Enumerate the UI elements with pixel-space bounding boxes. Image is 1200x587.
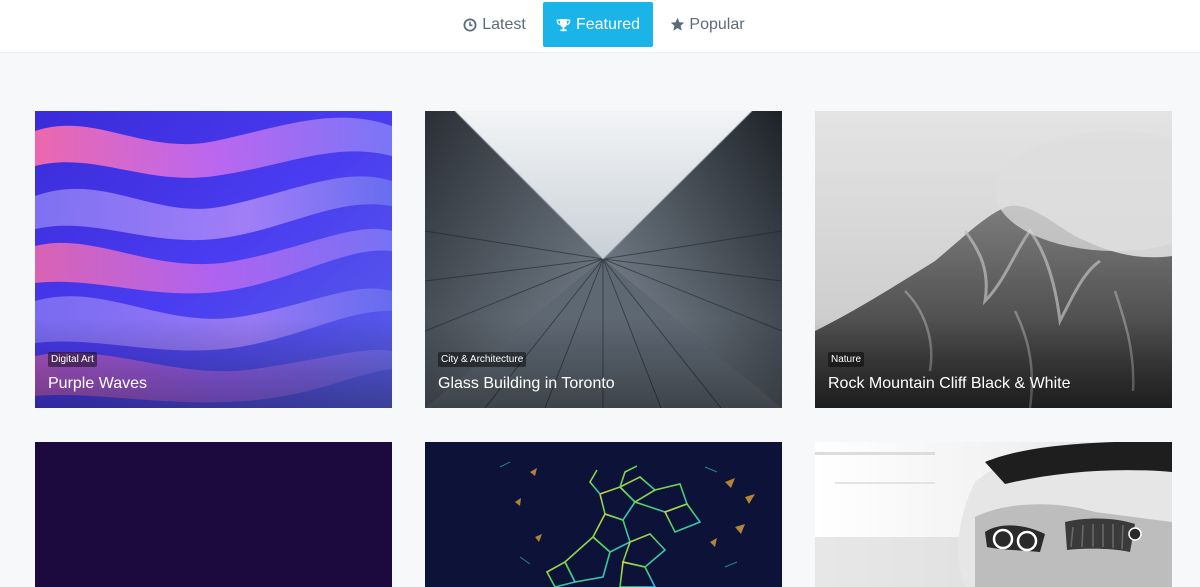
card-overlay <box>815 318 1172 408</box>
gallery-card[interactable] <box>425 442 782 587</box>
gallery-card[interactable]: City & Architecture Glass Building in To… <box>425 111 782 408</box>
tab-latest[interactable]: Latest <box>458 2 530 47</box>
gallery-card[interactable] <box>35 442 392 587</box>
tab-popular[interactable]: Popular <box>664 2 750 47</box>
gallery-card[interactable]: Digital Art Purple Waves <box>35 111 392 408</box>
card-title[interactable]: Rock Mountain Cliff Black & White <box>828 375 1070 393</box>
card-image <box>815 442 1172 587</box>
tab-featured[interactable]: Featured <box>543 2 653 47</box>
card-title[interactable]: Glass Building in Toronto <box>438 375 615 393</box>
card-title[interactable]: Purple Waves <box>48 375 147 393</box>
star-icon <box>669 17 685 33</box>
filter-bar: Latest Featured Popular <box>0 0 1200 53</box>
tab-featured-label: Featured <box>575 15 641 33</box>
card-image <box>35 442 392 587</box>
filter-tabs: Latest Featured Popular <box>0 2 1200 47</box>
trophy-icon <box>556 17 572 33</box>
card-category[interactable]: City & Architecture <box>438 352 527 367</box>
card-category[interactable]: Nature <box>828 352 865 367</box>
card-image <box>425 442 782 587</box>
tab-popular-label: Popular <box>689 15 745 33</box>
card-category[interactable]: Digital Art <box>48 352 97 367</box>
clock-icon <box>462 17 478 33</box>
gallery-card[interactable]: Nature Rock Mountain Cliff Black & White <box>815 111 1172 408</box>
tab-latest-label: Latest <box>482 15 526 33</box>
gallery-card[interactable] <box>815 442 1172 587</box>
